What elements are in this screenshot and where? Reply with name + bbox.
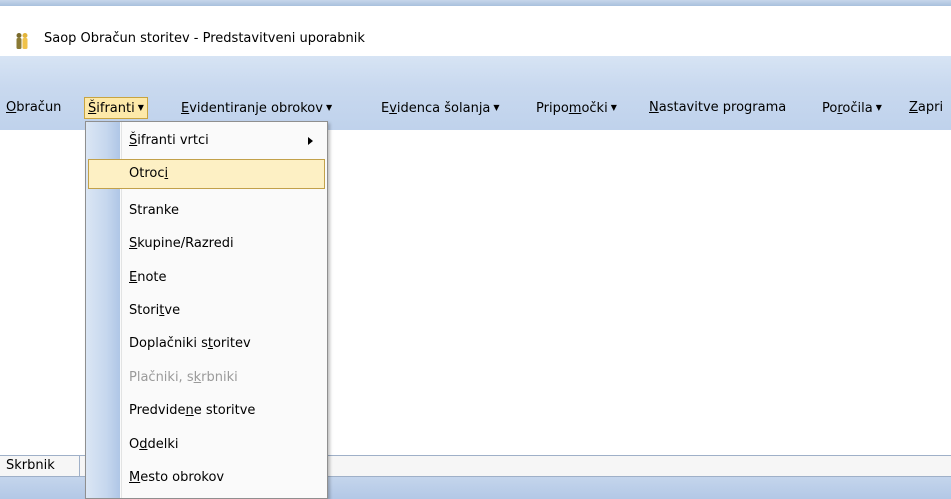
item-mnemonic: E xyxy=(129,270,138,285)
item-label-pre: Stori xyxy=(129,303,160,318)
menu-label-pre: E xyxy=(381,101,390,116)
menu-mnemonic: Z xyxy=(909,100,918,115)
item-label-post: note xyxy=(137,270,167,285)
window-title: Saop Obračun storitev - Predstavitveni u… xyxy=(44,31,365,46)
menu-nastavitve-programa[interactable]: Nastavitve programa xyxy=(646,97,789,119)
menu-item-predvidene-storitve[interactable]: Predvidene storitve xyxy=(88,396,325,426)
item-label-post: ifranti vrtci xyxy=(137,133,209,148)
menu-mnemonic: m xyxy=(568,101,582,116)
menu-item-oddelki[interactable]: Oddelki xyxy=(88,430,325,460)
menu-label-pre: Pripo xyxy=(536,101,569,116)
menu-evidentiranje-obrokov[interactable]: Evidentiranje obrokov ▼ xyxy=(178,97,335,119)
menu-pripomocki[interactable]: Pripomočki ▼ xyxy=(533,97,620,119)
menu-label-post: očila xyxy=(842,101,873,116)
menu-porocila[interactable]: Poročila ▼ xyxy=(819,97,885,119)
menu-obracun[interactable]: Obračun xyxy=(3,97,64,119)
menu-label-post: idenca šolanja xyxy=(396,101,491,116)
menu-label-post: očki xyxy=(581,101,608,116)
menu-item-placniki-skrbniki: Plačniki, skrbniki xyxy=(88,363,325,393)
menu-label-post: astavitve programa xyxy=(658,100,787,115)
dropdown-arrow-icon: ▼ xyxy=(325,103,333,112)
menu-item-otroci[interactable]: Otroci xyxy=(88,159,325,189)
item-label-post: delki xyxy=(147,437,179,452)
item-label-post: e storitve xyxy=(193,403,256,418)
menu-item-stranke[interactable]: Stranke xyxy=(88,196,325,226)
dropdown-arrow-icon: ▼ xyxy=(493,103,500,112)
dropdown-arrow-icon: ▼ xyxy=(137,103,144,112)
main-menubar: Obračun Šifranti ▼ Evidentiranje obrokov ▼… xyxy=(0,94,951,122)
item-label-pre: Doplačniki s xyxy=(129,336,208,351)
menu-evidenca-solanja[interactable]: Evidenca šolanja ▼ xyxy=(378,97,503,119)
submenu-arrow-icon xyxy=(308,137,313,145)
item-label-post: ve xyxy=(164,303,181,318)
item-label-post: rbniki xyxy=(201,370,238,385)
menu-mnemonic: N xyxy=(649,100,659,115)
item-label-pre: Predvide xyxy=(129,403,186,418)
item-label-post: esto obrokov xyxy=(140,470,225,485)
item-label-pre: Plačniki, s xyxy=(129,370,194,385)
title-bar: Saop Obračun storitev - Predstavitveni u… xyxy=(0,6,951,50)
item-mnemonic: M xyxy=(129,470,141,485)
item-label-post: kupine/Razredi xyxy=(137,236,234,251)
menu-label-post: bračun xyxy=(16,100,62,115)
item-label-post: oritev xyxy=(212,336,251,351)
sifranti-dropdown-menu: Šifranti vrtci Otroci Stranke Skupine/Ra… xyxy=(85,121,328,499)
status-user: Skrbnik xyxy=(0,456,80,476)
item-mnemonic: n xyxy=(185,403,194,418)
dropdown-arrow-icon: ▼ xyxy=(610,103,617,112)
menu-label-pre: Po xyxy=(822,101,838,116)
item-mnemonic: i xyxy=(164,166,169,181)
item-label-pre: Otroc xyxy=(129,166,165,181)
menu-sifranti[interactable]: Šifranti ▼ xyxy=(84,97,148,119)
item-label-pre: Stranke xyxy=(129,203,179,218)
app-people-icon xyxy=(16,33,28,49)
menu-mnemonic: O xyxy=(6,100,17,115)
menu-label-post: videntiranje obrokov xyxy=(189,101,323,116)
menu-zapri[interactable]: Zapri xyxy=(906,97,946,119)
menu-item-enote[interactable]: Enote xyxy=(88,263,325,293)
menu-label-post: apri xyxy=(917,100,944,115)
menu-item-storitve[interactable]: Storitve xyxy=(88,296,325,326)
menu-item-doplacniki-storitev[interactable]: Doplačniki storitev xyxy=(88,329,325,359)
menu-label-post: ifranti xyxy=(96,101,135,116)
menu-mnemonic: E xyxy=(181,101,190,116)
item-label-pre: O xyxy=(129,437,140,452)
menu-mnemonic: v xyxy=(389,101,397,116)
menu-item-sifranti-vrtci[interactable]: Šifranti vrtci xyxy=(88,126,325,156)
item-mnemonic: d xyxy=(139,437,148,452)
item-mnemonic: k xyxy=(193,370,202,385)
menu-item-mesto-obrokov[interactable]: Mesto obrokov xyxy=(88,463,325,493)
dropdown-arrow-icon: ▼ xyxy=(875,103,882,112)
menu-item-skupine-razredi[interactable]: Skupine/Razredi xyxy=(88,229,325,259)
